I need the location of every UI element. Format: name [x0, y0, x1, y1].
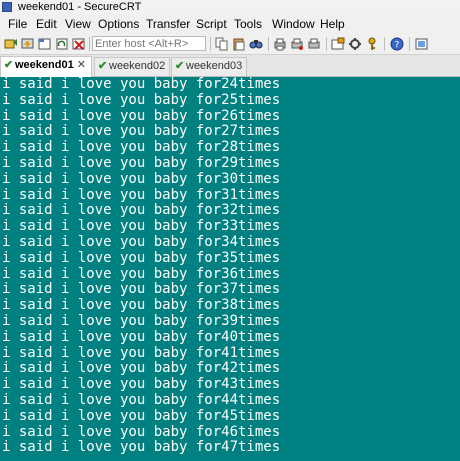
reconnect-icon[interactable]	[55, 37, 69, 51]
menu-help[interactable]: Help	[320, 14, 345, 34]
enter-host-input[interactable]	[92, 36, 206, 51]
menu-view[interactable]: View	[65, 14, 91, 34]
terminal-line: i said i love you baby for29times	[2, 155, 281, 171]
global-options-icon[interactable]	[348, 37, 362, 51]
toolbar-separator	[384, 37, 385, 51]
session-tab-bar: ✔ weekend01 ✕ ✔ weekend02 ✔ weekend03	[0, 55, 460, 77]
toolbar: ?	[0, 34, 460, 55]
terminal-line: i said i love you baby for26times	[2, 107, 281, 124]
sftp-icon[interactable]	[415, 37, 429, 51]
close-tab-icon[interactable]: ✕	[77, 57, 86, 74]
terminal-line: i said i love you baby for41times	[2, 344, 281, 361]
menu-file[interactable]: File	[8, 14, 27, 34]
menu-edit[interactable]: Edit	[36, 14, 57, 34]
menu-tools[interactable]: Tools	[234, 14, 262, 34]
print-icon[interactable]	[273, 37, 287, 51]
terminal-line: i said i love you baby for27times	[2, 123, 281, 140]
print-preview-icon[interactable]	[307, 37, 321, 51]
toolbar-separator	[89, 37, 90, 51]
securecrt-app-icon	[2, 2, 12, 12]
terminal-line: i said i love you baby for32times	[2, 202, 281, 219]
toolbar-separator	[210, 37, 211, 51]
tab-label: weekend03	[186, 60, 243, 72]
terminal-line: i said i love you baby for28times	[2, 139, 281, 156]
connect-tab-icon[interactable]	[38, 37, 52, 51]
paste-icon[interactable]	[232, 37, 246, 51]
keymap-icon[interactable]	[365, 37, 379, 51]
terminal-line: i said i love you baby for34times	[2, 234, 281, 250]
terminal-line: i said i love you baby for45times	[2, 407, 281, 424]
terminal-line: i said i love you baby for36times	[2, 265, 281, 282]
toolbar-separator	[409, 37, 410, 51]
quick-connect-icon[interactable]	[21, 37, 35, 51]
tab-label: weekend01	[15, 59, 74, 71]
terminal-line: i said i love you baby for44times	[2, 392, 281, 408]
terminal-line: i said i love you baby for43times	[2, 376, 281, 393]
tab-weekend02[interactable]: ✔ weekend02	[94, 57, 170, 76]
menu-window[interactable]: Window	[272, 14, 315, 34]
terminal-line: i said i love you baby for31times	[2, 186, 281, 203]
terminal-line: i said i love you baby for46times	[2, 423, 281, 440]
session-options-icon[interactable]	[331, 37, 345, 51]
window-title: weekend01 - SecureCRT	[18, 1, 142, 13]
terminal-line: i said i love you baby for24times	[2, 77, 281, 92]
connected-check-icon: ✔	[98, 60, 108, 72]
terminal-line: i said i love you baby for25times	[2, 91, 281, 108]
disconnect-icon[interactable]	[72, 37, 86, 51]
menu-options[interactable]: Options	[98, 14, 139, 34]
toolbar-separator	[268, 37, 269, 51]
tab-weekend03[interactable]: ✔ weekend03	[171, 57, 247, 76]
find-icon[interactable]	[249, 37, 263, 51]
terminal-line: i said i love you baby for33times	[2, 218, 281, 235]
terminal-line: i said i love you baby for35times	[2, 249, 281, 266]
terminal-line: i said i love you baby for38times	[2, 297, 281, 314]
terminal-line: i said i love you baby for47times	[2, 439, 281, 456]
terminal-line: i said i love you baby for39times	[2, 313, 281, 329]
connected-check-icon: ✔	[175, 60, 185, 72]
terminal-line: i said i love you baby for42times	[2, 360, 281, 377]
print-setup-icon[interactable]	[290, 37, 304, 51]
terminal-output[interactable]: i said i love you baby for24times i said…	[0, 77, 460, 461]
connected-check-icon: ✔	[4, 59, 14, 71]
terminal-line: i said i love you baby for40times	[2, 328, 281, 345]
tab-label: weekend02	[109, 60, 166, 72]
help-icon[interactable]: ?	[390, 37, 404, 51]
title-bar: weekend01 - SecureCRT	[0, 0, 460, 14]
connect-icon[interactable]	[4, 37, 18, 51]
terminal-line: i said i love you baby for30times	[2, 170, 281, 187]
svg-text:?: ?	[395, 41, 400, 51]
terminal-line: i said i love you baby for37times	[2, 281, 281, 298]
menu-bar: File Edit View Options Transfer Script T…	[0, 14, 460, 35]
copy-icon[interactable]	[215, 37, 229, 51]
menu-transfer[interactable]: Transfer	[146, 14, 190, 34]
tab-weekend01[interactable]: ✔ weekend01 ✕	[0, 56, 92, 77]
menu-script[interactable]: Script	[196, 14, 227, 34]
toolbar-separator	[326, 37, 327, 51]
